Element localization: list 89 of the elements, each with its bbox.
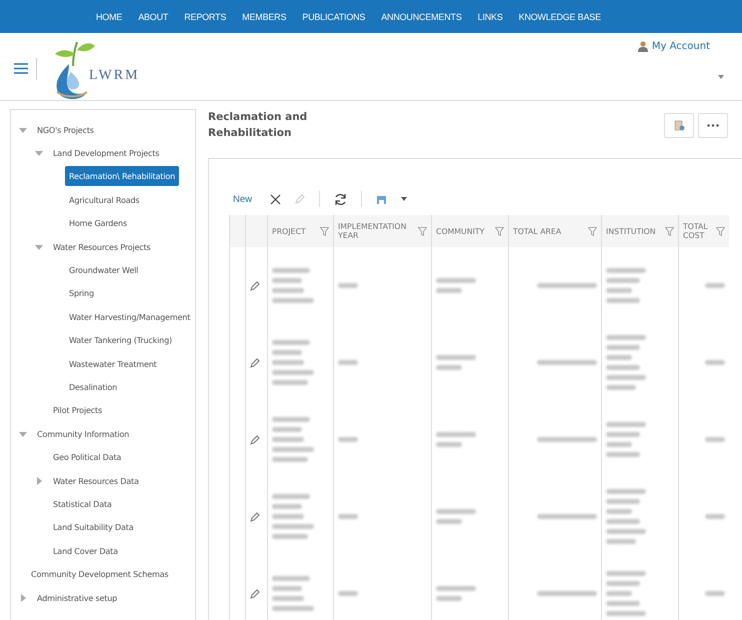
pencil-icon[interactable] bbox=[250, 281, 260, 291]
expanded-triangle-icon[interactable] bbox=[19, 430, 27, 438]
tree-item[interactable]: Pilot Projects bbox=[49, 400, 106, 420]
collapsed-triangle-icon[interactable] bbox=[35, 476, 43, 485]
pencil-icon[interactable] bbox=[250, 512, 260, 522]
filter-icon[interactable] bbox=[320, 226, 329, 236]
tree-item[interactable]: Land Cover Data bbox=[49, 540, 122, 561]
user-icon bbox=[638, 41, 648, 52]
tree-item[interactable]: Community Development Schemas bbox=[27, 564, 172, 584]
collapsed-triangle-icon[interactable] bbox=[19, 594, 27, 602]
logo-text: LWRM bbox=[89, 68, 140, 84]
pencil-icon[interactable] bbox=[250, 589, 260, 599]
tree-item[interactable]: Agricultural Roads bbox=[65, 190, 144, 210]
tree-item[interactable]: Geo Political Data bbox=[49, 447, 126, 468]
blurred-text bbox=[436, 432, 476, 447]
blurred-text bbox=[537, 360, 597, 365]
tree-item[interactable]: Administrative setup bbox=[33, 588, 122, 608]
blurred-text bbox=[704, 514, 724, 519]
expanded-triangle-icon[interactable] bbox=[19, 126, 27, 134]
blurred-text bbox=[606, 489, 646, 544]
expanded-triangle-icon[interactable] bbox=[35, 149, 43, 158]
blurred-text bbox=[272, 268, 314, 303]
blurred-text bbox=[272, 494, 314, 539]
blurred-text bbox=[704, 437, 724, 442]
blurred-text bbox=[537, 591, 597, 596]
filter-icon[interactable] bbox=[588, 226, 597, 236]
report-settings-button[interactable] bbox=[664, 113, 694, 138]
blurred-text bbox=[537, 514, 597, 519]
nav-link[interactable]: KNOWLEDGE BASE bbox=[510, 12, 609, 22]
blurred-text bbox=[272, 340, 314, 385]
caret-icon[interactable] bbox=[718, 75, 724, 79]
tree-item[interactable]: Water Tankering (Trucking) bbox=[65, 330, 176, 350]
blurred-text bbox=[338, 514, 358, 519]
nav-link[interactable]: MEMBERS bbox=[234, 12, 294, 22]
blurred-text bbox=[606, 571, 646, 616]
tree-item[interactable]: Reclamation\ Rehabilitation bbox=[65, 166, 179, 186]
tree-item[interactable]: Land Development Projects bbox=[49, 143, 164, 164]
tree-item[interactable]: Water Resources Data bbox=[49, 470, 143, 491]
tree-item[interactable]: Groundwater Well bbox=[65, 260, 142, 280]
blurred-text bbox=[338, 591, 358, 596]
nav-link[interactable]: PUBLICATIONS bbox=[294, 12, 374, 22]
tree-item[interactable]: Statistical Data bbox=[49, 494, 116, 514]
pencil-icon[interactable] bbox=[250, 358, 260, 368]
tree-item[interactable]: Spring bbox=[65, 283, 98, 304]
more-options-button[interactable] bbox=[698, 113, 728, 138]
blurred-text bbox=[338, 437, 358, 442]
blurred-text bbox=[537, 437, 597, 442]
blurred-text bbox=[606, 335, 646, 390]
tree-item[interactable]: Water Harvesting/Management bbox=[65, 306, 194, 327]
blurred-text bbox=[704, 591, 724, 596]
blurred-text bbox=[704, 360, 724, 365]
filter-icon[interactable] bbox=[716, 226, 724, 236]
tree-item[interactable]: Land Suitability Data bbox=[49, 517, 138, 538]
tree-item[interactable]: Wastewater Treatment bbox=[65, 354, 161, 374]
blurred-text bbox=[436, 509, 476, 524]
tree-item[interactable]: Water Resources Projects bbox=[49, 236, 155, 257]
nav-link[interactable]: LINKS bbox=[470, 12, 511, 22]
nav-link[interactable]: ABOUT bbox=[130, 12, 176, 22]
more-icon bbox=[707, 124, 719, 127]
tree-item[interactable]: Home Gardens bbox=[65, 213, 131, 234]
expanded-triangle-icon[interactable] bbox=[35, 242, 43, 251]
caret-icon[interactable] bbox=[401, 197, 408, 201]
blurred-text bbox=[537, 283, 597, 288]
blurred-text bbox=[272, 576, 314, 611]
menu-icon[interactable] bbox=[14, 63, 28, 74]
blurred-text bbox=[436, 586, 476, 601]
blurred-text bbox=[272, 417, 314, 462]
filter-icon[interactable] bbox=[495, 226, 504, 236]
tree-item[interactable]: NGO's Projects bbox=[33, 120, 98, 140]
blurred-text bbox=[606, 268, 646, 303]
filter-icon[interactable] bbox=[665, 226, 674, 236]
blurred-text bbox=[704, 283, 724, 288]
blurred-text bbox=[436, 355, 476, 370]
new-button[interactable]: New bbox=[229, 194, 256, 204]
blurred-text bbox=[606, 422, 646, 457]
filter-icon[interactable] bbox=[418, 226, 427, 236]
close-icon[interactable] bbox=[270, 194, 282, 204]
nav-link[interactable]: HOME bbox=[88, 12, 130, 22]
tree-item[interactable]: Community Information bbox=[33, 424, 134, 444]
blurred-text bbox=[338, 283, 358, 288]
nav-link[interactable]: ANNOUNCEMENTS bbox=[373, 12, 470, 22]
my-account-link[interactable]: My Account bbox=[638, 41, 710, 52]
page-title: Reclamation and Rehabilitation bbox=[208, 110, 308, 141]
tree-item[interactable]: Desalination bbox=[65, 376, 122, 397]
nav-link[interactable]: REPORTS bbox=[176, 12, 234, 22]
blurred-text bbox=[338, 360, 358, 365]
blurred-text bbox=[436, 278, 476, 293]
refresh-icon[interactable] bbox=[334, 192, 348, 206]
pencil-icon[interactable] bbox=[250, 435, 260, 445]
